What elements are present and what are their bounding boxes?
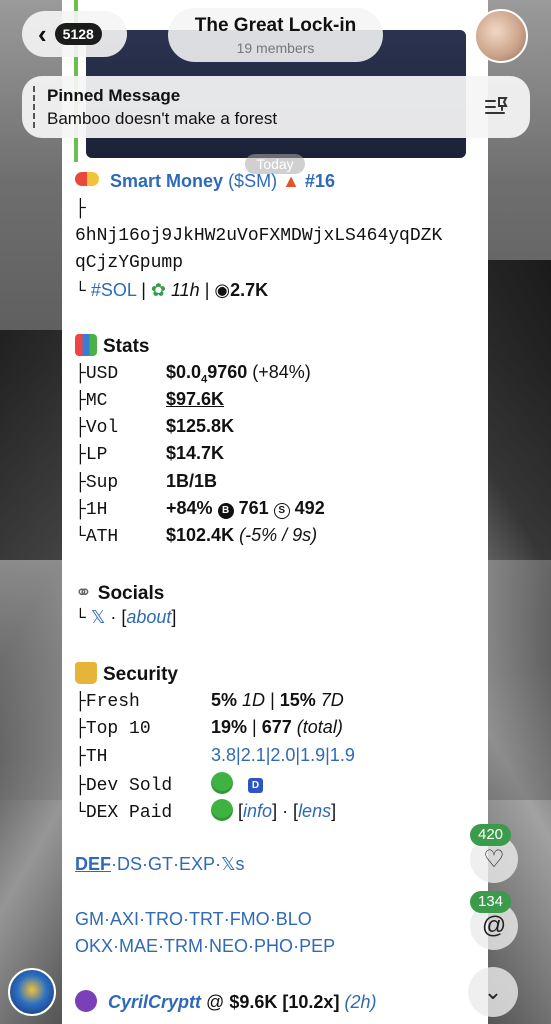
pinned-text: Bamboo doesn't make a forest (47, 109, 278, 128)
buy-coin-icon: B (217, 503, 234, 519)
dex-lens-link[interactable]: lens (298, 801, 331, 821)
link-chain-icon: ⚭ (75, 582, 92, 604)
security-heading: Security (75, 662, 178, 686)
devil-icon (75, 990, 97, 1012)
tree-corner: └ (75, 282, 86, 302)
fire-icon: ▲ (282, 171, 300, 191)
link-gm[interactable]: GM (75, 909, 104, 929)
green-check-icon (211, 772, 234, 794)
top-holders-links[interactable]: 3.8|2.1|2.0|1.9|1.9 (211, 745, 355, 765)
caller-line: CyrilCryptt @ $9.6K [10.2x] (2h) (75, 990, 376, 1013)
link-tro[interactable]: TRO (145, 909, 183, 929)
link-axi[interactable]: AXI (110, 909, 139, 929)
back-button[interactable]: ‹ 5128 (22, 11, 127, 57)
token-name-link[interactable]: Smart Money (110, 171, 223, 191)
sell-coin-icon: S (273, 503, 290, 519)
link-pho[interactable]: PHO (254, 936, 293, 956)
chat-title-text: The Great Lock-in (194, 15, 357, 36)
link-pep[interactable]: PEP (299, 936, 335, 956)
link-blo[interactable]: BLO (276, 909, 312, 929)
eye-icon: ◉ (214, 280, 231, 300)
unread-count: 5128 (54, 23, 102, 45)
stats-supply: ├Sup 1B/1B (75, 471, 218, 493)
link-neo[interactable]: NEO (209, 936, 248, 956)
message-bubble: Today Smart Money ($SM) ▲ #16 ├ 6hNj16oj… (62, 0, 488, 1024)
token-rank[interactable]: #16 (305, 171, 335, 191)
token-views: 2.7K (230, 280, 269, 300)
link-okx[interactable]: OKX (75, 936, 113, 956)
chevron-left-icon: ‹ (38, 19, 47, 49)
link-trm[interactable]: TRM (164, 936, 203, 956)
links-row-3: OKX·MAE·TRM·NEO·PHO·PEP (75, 936, 336, 956)
socials-links: └ 𝕏 · [about] (75, 607, 177, 629)
x-link[interactable]: 𝕏 (91, 607, 106, 627)
chat-title[interactable]: The Great Lock-in 19 members (168, 8, 383, 62)
about-link[interactable]: about (126, 607, 171, 627)
security-devsold: ├Dev Sold D (75, 772, 264, 796)
security-top10: ├Top 10 19% | 677 (total) (75, 717, 343, 739)
pinned-indicator (33, 86, 35, 128)
pill-icon (75, 172, 99, 186)
security-dexpaid: └DEX Paid [info] · [lens] (75, 799, 337, 823)
token-meta: └ #SOL | ✿ 11h | ◉2.7K (75, 280, 269, 302)
scroll-down-button[interactable]: ⌄ (468, 967, 518, 1017)
chevron-down-icon: ⌄ (483, 979, 503, 1004)
links-row-2: GM·AXI·TRO·TRT·FMO·BLO (75, 909, 312, 929)
stats-vol: ├Vol $125.8K (75, 416, 235, 438)
links-row-1: DEF·DS·GT·EXP·𝕏s (75, 854, 245, 874)
green-check-icon (211, 799, 234, 821)
lock-icon (75, 662, 97, 684)
stats-heading: Stats (75, 334, 149, 358)
link-xs[interactable]: 𝕏s (221, 854, 245, 874)
caller-name-link[interactable]: CyrilCryptt (108, 992, 201, 1012)
link-exp[interactable]: EXP (179, 854, 215, 874)
market-cap-link[interactable]: $97.6K (166, 389, 224, 409)
pinned-message-bar[interactable]: Pinned Message Bamboo doesn't make a for… (22, 76, 530, 138)
dex-info-link[interactable]: info (243, 801, 272, 821)
stats-usd: ├USD $0.049760 (+84%) (75, 362, 311, 386)
token-age: 11h (171, 280, 200, 300)
chat-member-count: 19 members (236, 40, 315, 56)
at-icon: @ (481, 912, 507, 939)
dev-badge[interactable]: D (248, 778, 264, 793)
sender-avatar[interactable] (8, 968, 56, 1016)
stats-ath: └ATH $102.4K (-5% / 9s) (75, 525, 318, 547)
link-trt[interactable]: TRT (189, 909, 224, 929)
link-def[interactable]: DEF (75, 854, 111, 874)
reactions-count-badge: 420 (470, 824, 512, 846)
group-avatar[interactable] (474, 9, 528, 63)
link-mae[interactable]: MAE (119, 936, 158, 956)
security-fresh: ├Fresh 5% 1D | 15% 7D (75, 690, 344, 712)
stats-lp: ├LP $14.7K (75, 443, 225, 465)
stats-mc: ├MC $97.6K (75, 389, 225, 411)
token-address-line2[interactable]: qCjzYGpump (75, 253, 183, 273)
link-gt[interactable]: GT (148, 854, 173, 874)
sprout-icon: ✿ (150, 280, 166, 300)
security-th: ├TH 3.8|2.1|2.0|1.9|1.9 (75, 745, 355, 767)
link-ds[interactable]: DS (117, 854, 142, 874)
socials-heading: ⚭ Socials (75, 582, 165, 604)
stats-1h: ├1H +84% B 761 S 492 (75, 498, 325, 520)
heart-icon: ♡ (483, 845, 505, 873)
chain-tag[interactable]: #SOL (91, 280, 136, 300)
bar-chart-icon (75, 334, 97, 356)
mentions-count-badge: 134 (470, 891, 512, 913)
tree-branch: ├ (75, 199, 86, 219)
token-ticker[interactable]: ($SM) (228, 171, 277, 191)
link-fmo[interactable]: FMO (230, 909, 270, 929)
pin-list-icon[interactable] (484, 95, 510, 119)
token-header: Smart Money ($SM) ▲ #16 (75, 171, 335, 192)
pinned-title: Pinned Message (47, 86, 181, 105)
token-address-line1[interactable]: 6hNj16oj9JkHW2uVoFXMDWjxLS464yqDZK (75, 226, 442, 246)
